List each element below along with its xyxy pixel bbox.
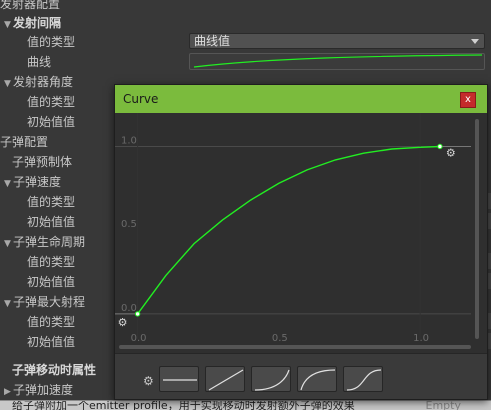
field-label: 值的类型 (27, 315, 76, 329)
curve-line (137, 145, 440, 315)
status-text: 给子弹附加一个emitter profile，用于实现移动时发射额外子弹的效果 (12, 400, 355, 410)
section-title: 发射器配置 (0, 0, 61, 11)
field-label: 值的类型 (27, 195, 76, 209)
preset-linear-flat[interactable] (159, 366, 199, 392)
preset-ease-in-out[interactable] (343, 366, 383, 392)
field-label: 曲线 (27, 55, 52, 69)
dropdown-caret-icon (471, 39, 479, 44)
field-label: 值的类型 (27, 35, 76, 49)
foldout-emit-interval[interactable]: ▼ 发射间隔 (2, 13, 61, 33)
status-empty-label: Empty (425, 400, 461, 410)
keyframe-point (134, 311, 141, 317)
preset-ease-out-icon (300, 369, 336, 391)
preset-ease-in[interactable] (251, 366, 291, 392)
keyframe-gear-icon: ⚙ (446, 146, 456, 159)
preset-ease-in-out-icon (346, 369, 382, 391)
foldout-emitter-angle[interactable]: ▼ 发射器角度 (2, 72, 73, 92)
close-button[interactable]: x (460, 92, 476, 108)
curve-editor-window[interactable]: Curve x 0.0 0.5 1.0 0.0 0.5 1.0 ⚙ ⚙ ⚙ (114, 84, 488, 400)
foldout-bullet-range[interactable]: ▼ 子弹最大射程 (2, 292, 85, 312)
expand-arrow-icon[interactable]: ▼ (2, 174, 13, 194)
preset-linear[interactable] (205, 366, 245, 392)
vertical-scrollbar (475, 119, 479, 339)
window-title-bar[interactable]: Curve x (115, 85, 487, 113)
expand-arrow-icon[interactable]: ▼ (2, 74, 13, 94)
keyframe-gear-icon: ⚙ (118, 316, 128, 329)
field-label: 值的类型 (27, 255, 76, 269)
y-tick-label: 0.0 (121, 303, 137, 314)
section-title: 子弹配置 (0, 135, 49, 149)
preset-ease-out[interactable] (297, 366, 337, 392)
y-tick-label: 0.5 (121, 219, 137, 230)
foldout-bullet-accel[interactable]: ▶ 子弹加速度 (2, 380, 73, 400)
value-type-dropdown[interactable]: 曲线值 (189, 33, 485, 49)
field-label: 初始值值 (27, 275, 76, 289)
curve-preview-field[interactable] (189, 53, 485, 70)
section-bullet-config: 子弹配置 (0, 132, 48, 152)
foldout-label: 子弹速度 (13, 175, 62, 189)
horizontal-scrollbar (119, 345, 471, 349)
expand-arrow-icon[interactable]: ▶ (2, 382, 13, 402)
foldout-label: 子弹生命周期 (13, 235, 86, 249)
foldout-label: 子弹加速度 (13, 383, 74, 397)
foldout-label: 发射间隔 (13, 16, 62, 30)
status-bar: 给子弹附加一个emitter profile，用于实现移动时发射额外子弹的效果 … (0, 400, 491, 410)
section-bullet-move: 子弹移动时属性 (12, 363, 97, 377)
expand-arrow-icon[interactable]: ▼ (2, 294, 13, 314)
foldout-label: 发射器角度 (13, 75, 74, 89)
expand-arrow-icon[interactable]: ▼ (2, 15, 13, 35)
field-label: 值的类型 (27, 95, 76, 109)
foldout-label: 子弹最大射程 (13, 295, 86, 309)
expand-arrow-icon[interactable]: ▼ (2, 234, 13, 254)
x-tick-label: 1.0 (413, 333, 429, 344)
field-label: 初始值值 (27, 335, 76, 349)
x-tick-label: 0.5 (272, 333, 288, 344)
preset-linear-icon (208, 369, 244, 391)
preset-ease-in-icon (254, 369, 290, 391)
section-emitter-config: 发射器配置 (0, 0, 60, 14)
foldout-bullet-lifetime[interactable]: ▼ 子弹生命周期 (2, 232, 85, 252)
field-label: 初始值值 (27, 215, 76, 229)
preset-bar: ⚙ (115, 353, 487, 399)
y-tick-label: 1.0 (121, 135, 137, 146)
foldout-bullet-speed[interactable]: ▼ 子弹速度 (2, 172, 61, 192)
curve-plot[interactable]: 0.0 0.5 1.0 0.0 0.5 1.0 ⚙ ⚙ (115, 113, 487, 353)
field-label: 初始值值 (27, 115, 76, 129)
window-title: Curve (123, 92, 159, 106)
field-label: 子弹预制体 (12, 155, 73, 169)
preset-flat-icon (163, 379, 197, 381)
keyframe-point (437, 143, 443, 150)
curve-graph[interactable]: 0.0 0.5 1.0 0.0 0.5 1.0 ⚙ ⚙ (115, 113, 487, 353)
curve-preview (193, 54, 483, 68)
curve-preview-line (193, 54, 483, 68)
gear-icon[interactable]: ⚙ (143, 374, 154, 388)
x-tick-label: 0.0 (131, 333, 147, 344)
dropdown-value: 曲线值 (194, 34, 231, 48)
